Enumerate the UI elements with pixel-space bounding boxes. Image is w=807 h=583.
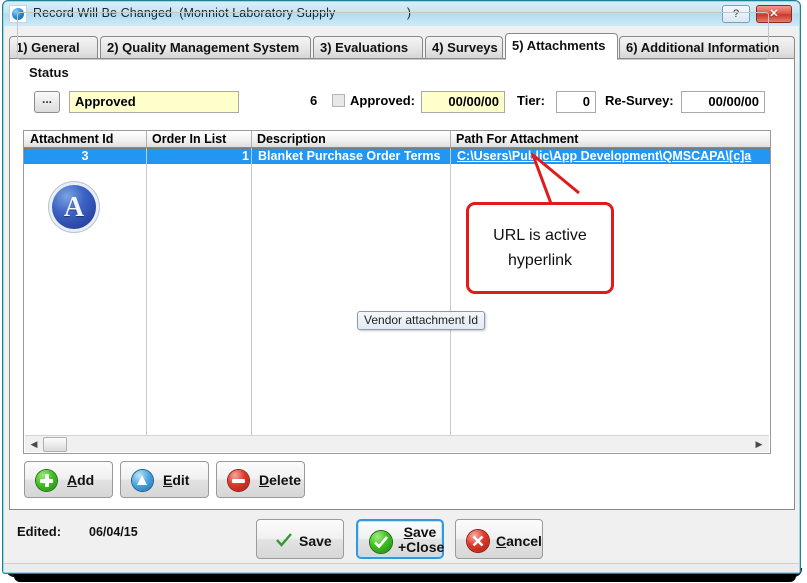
tier-field[interactable]: 0: [556, 91, 596, 113]
save-button-label: Save: [299, 533, 332, 549]
save-close-rest: ave: [413, 524, 436, 540]
save-close-line2: +Close: [398, 540, 442, 555]
approved-checkbox[interactable]: [332, 94, 345, 107]
cancel-button-accel: C: [496, 533, 506, 549]
attachments-grid[interactable]: Attachment Id Order In List Description …: [23, 130, 771, 454]
plus-circle-icon: [36, 470, 57, 491]
dialog-window: Record Will Be Changed (Monniot Laborato…: [2, 0, 801, 574]
cancel-button-label: ancel: [506, 533, 542, 549]
delete-button-label: elete: [269, 472, 301, 488]
edited-label: Edited:: [17, 524, 61, 539]
resurvey-label: Re-Survey:: [605, 93, 674, 108]
approved-label: Approved:: [350, 93, 415, 108]
grid-header-path[interactable]: Path For Attachment: [456, 132, 578, 146]
grid-header-order-in-list[interactable]: Order In List: [152, 132, 226, 146]
save-button[interactable]: Save: [256, 519, 344, 559]
annotation-callout: URL is active hyperlink: [466, 202, 614, 294]
scroll-left-icon[interactable]: ◀: [26, 436, 42, 452]
delete-button[interactable]: Delete: [216, 461, 305, 498]
approved-date-field[interactable]: 00/00/00: [421, 91, 505, 113]
add-button-label: dd: [77, 472, 94, 488]
cancel-button[interactable]: Cancel: [455, 519, 543, 559]
status-groupbox: [17, 12, 769, 60]
close-circle-icon: [467, 530, 489, 552]
cell-description: Blanket Purchase Order Terms: [258, 149, 450, 163]
cell-order-in-list: 1: [151, 149, 249, 163]
triangle-circle-icon: [132, 470, 153, 491]
status-bar: [4, 563, 799, 572]
status-count: 6: [310, 93, 317, 108]
edit-button-label: dit: [172, 472, 189, 488]
callout-line-2: hyperlink: [469, 248, 611, 273]
tab-attachments[interactable]: 5) Attachments: [505, 33, 618, 60]
grid-horizontal-scrollbar[interactable]: ◀ ▶: [25, 435, 769, 452]
cell-attachment-id: 3: [25, 149, 145, 163]
save-and-close-button[interactable]: Save +Close: [356, 519, 444, 559]
delete-button-accel: D: [259, 472, 269, 488]
add-button-accel: A: [67, 472, 77, 488]
cell-path-hyperlink[interactable]: C:\Users\Public\App Development\QMSCAPA\…: [457, 149, 771, 163]
tier-label: Tier:: [517, 93, 545, 108]
tooltip: Vendor attachment Id: [357, 311, 485, 330]
scroll-right-icon[interactable]: ▶: [751, 436, 767, 452]
save-close-accel: S: [404, 524, 413, 540]
minus-circle-icon: [228, 470, 249, 491]
check-icon: [276, 533, 292, 547]
table-row[interactable]: 3 1 Blanket Purchase Order Terms C:\User…: [24, 148, 770, 164]
grid-header-row: Attachment Id Order In List Description …: [24, 131, 770, 148]
edited-date: 06/04/15: [89, 525, 138, 539]
status-value-field[interactable]: Approved: [69, 91, 239, 113]
application-screenshot: Record Will Be Changed (Monniot Laborato…: [0, 0, 807, 583]
status-group-title: Status: [25, 65, 73, 80]
status-browse-button[interactable]: ...: [34, 91, 60, 113]
grid-header-description[interactable]: Description: [257, 132, 326, 146]
edit-button[interactable]: Edit: [120, 461, 209, 498]
scrollbar-thumb[interactable]: [43, 437, 67, 452]
attachment-avatar-icon: A: [52, 185, 96, 229]
add-button[interactable]: Add: [24, 461, 113, 498]
callout-line-1: URL is active: [469, 223, 611, 248]
avatar-letter: A: [52, 185, 96, 229]
edit-button-accel: E: [163, 472, 172, 488]
resurvey-date-field[interactable]: 00/00/00: [681, 91, 765, 113]
check-circle-icon: [370, 531, 392, 553]
grid-header-attachment-id[interactable]: Attachment Id: [30, 132, 113, 146]
